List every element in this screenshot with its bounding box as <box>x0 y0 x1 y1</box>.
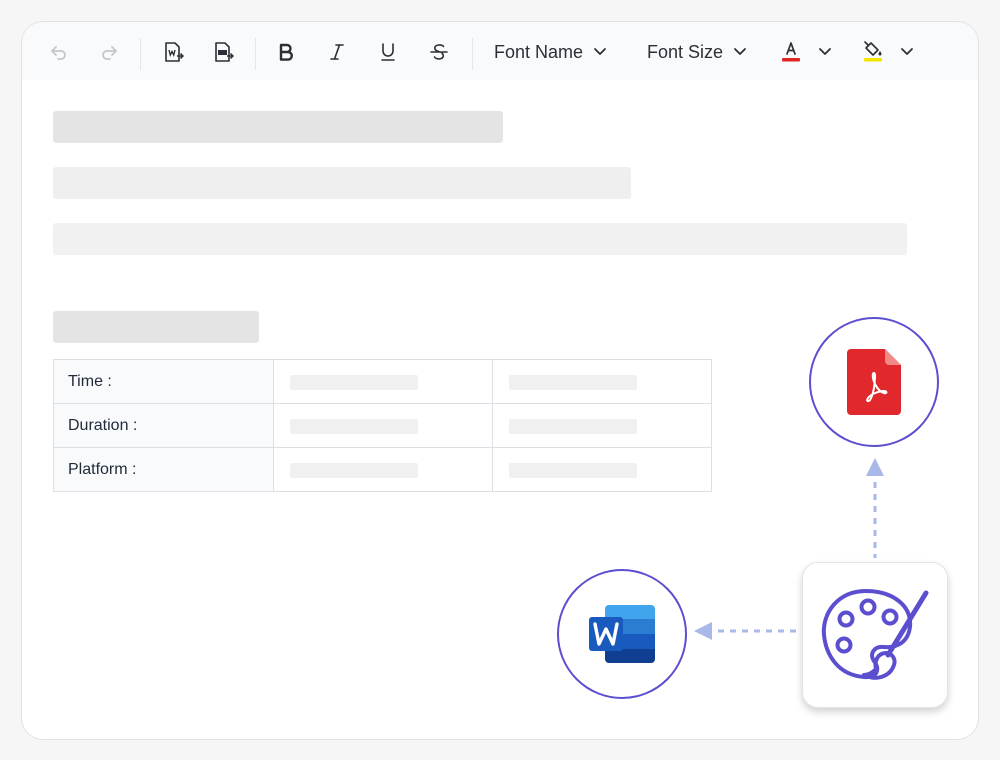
export-pdf-button[interactable] <box>208 34 238 70</box>
editor-toolbar: Font Name Font Size <box>22 22 978 80</box>
table-cell <box>273 403 493 448</box>
table-cell <box>492 447 712 492</box>
font-size-dropdown[interactable]: Font Size <box>647 34 755 70</box>
redo-button[interactable] <box>94 34 124 70</box>
export-word-icon <box>165 42 184 62</box>
italic-button[interactable] <box>322 34 352 70</box>
style-palette-card[interactable] <box>802 562 948 708</box>
table-row: Time : <box>53 359 712 404</box>
toolbar-divider <box>472 38 473 70</box>
font-name-label: Font Name <box>494 41 584 62</box>
strikethrough-button[interactable] <box>424 34 454 70</box>
export-word-button[interactable] <box>158 34 188 70</box>
undo-button[interactable] <box>44 34 74 70</box>
heading-placeholder <box>53 111 503 143</box>
table-cell <box>492 359 712 404</box>
chevron-down-icon <box>819 48 831 55</box>
table-cell <box>492 403 712 448</box>
bold-button[interactable] <box>271 34 301 70</box>
connector-arrow-up <box>866 458 884 558</box>
toolbar-divider <box>255 38 256 70</box>
connector-arrow-left <box>694 622 798 640</box>
redo-icon <box>102 46 117 60</box>
chevron-down-icon <box>901 48 913 55</box>
chevron-down-icon <box>594 48 606 55</box>
cell-placeholder <box>509 419 637 434</box>
cell-placeholder <box>509 375 637 390</box>
palette-brush-icon <box>821 589 929 680</box>
document-editor-window: Font Name Font Size Time : Duration : Pl… <box>21 21 979 740</box>
cell-placeholder <box>509 463 637 478</box>
strikethrough-icon <box>430 44 448 60</box>
font-size-label: Font Size <box>647 41 724 62</box>
bold-icon <box>279 43 293 61</box>
cell-placeholder <box>290 375 418 390</box>
pdf-file-icon <box>847 349 901 415</box>
table-row: Platform : <box>53 447 712 492</box>
section-title-placeholder <box>53 311 259 343</box>
toolbar-divider <box>140 38 141 70</box>
row-label-duration: Duration : <box>53 403 274 448</box>
word-export-target[interactable] <box>557 569 687 699</box>
italic-icon <box>330 44 344 60</box>
font-color-picker[interactable] <box>780 34 840 70</box>
text-line-placeholder <box>53 167 631 199</box>
row-label-platform: Platform : <box>53 447 274 492</box>
table-row: Duration : <box>53 403 712 448</box>
word-app-icon <box>589 605 655 663</box>
cell-placeholder <box>290 463 418 478</box>
cell-placeholder <box>290 419 418 434</box>
paint-bucket-icon <box>864 41 882 62</box>
pdf-export-target[interactable] <box>809 317 939 447</box>
underline-icon <box>381 43 395 61</box>
table-cell <box>273 447 493 492</box>
text-line-placeholder <box>53 223 907 255</box>
highlight-color-picker[interactable] <box>862 34 922 70</box>
font-name-dropdown[interactable]: Font Name <box>494 34 616 70</box>
row-label-time: Time : <box>53 359 274 404</box>
export-pdf-icon <box>215 42 234 62</box>
font-color-icon <box>782 42 800 62</box>
underline-button[interactable] <box>373 34 403 70</box>
details-table: Time : Duration : Platform : <box>53 359 712 492</box>
chevron-down-icon <box>734 48 746 55</box>
undo-icon <box>51 46 66 60</box>
table-cell <box>273 359 493 404</box>
